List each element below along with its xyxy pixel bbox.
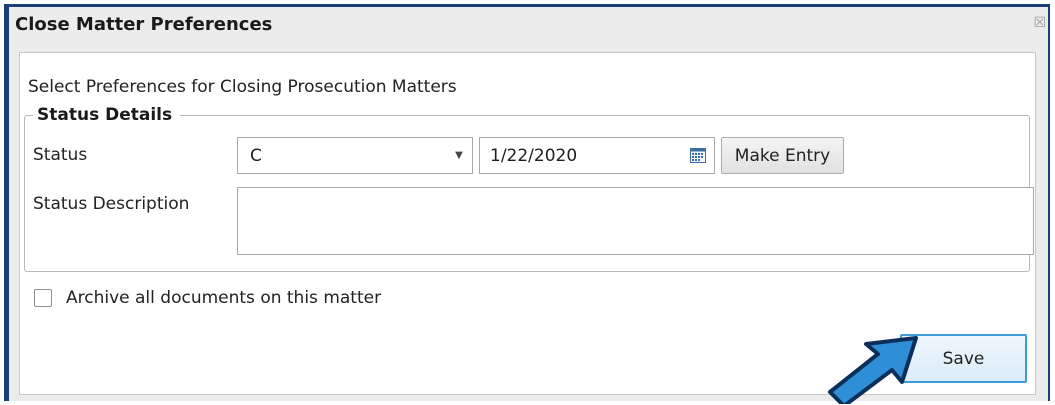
status-date-value: 1/22/2020 xyxy=(490,146,578,166)
status-combobox[interactable]: C ▼ xyxy=(237,137,473,174)
dialog-heading: Select Preferences for Closing Prosecuti… xyxy=(28,77,457,97)
status-description-label: Status Description xyxy=(33,194,190,214)
status-value: C xyxy=(250,146,262,166)
pointer-arrow-icon xyxy=(828,336,918,404)
status-details-legend: Status Details xyxy=(33,105,181,125)
archive-documents-label[interactable]: Archive all documents on this matter xyxy=(66,288,381,308)
make-entry-button[interactable]: Make Entry xyxy=(721,137,844,174)
status-label: Status xyxy=(33,145,88,165)
close-icon[interactable]: ☒ xyxy=(1033,15,1046,31)
status-details-group: Status Details Status C ▼ 1/22/2020 Make… xyxy=(24,105,1034,272)
dialog-title: Close Matter Preferences xyxy=(15,14,273,35)
chevron-down-icon[interactable]: ▼ xyxy=(446,138,472,173)
title-bar: Close Matter Preferences ☒ xyxy=(9,7,1048,45)
status-date-picker[interactable]: 1/22/2020 xyxy=(479,137,715,174)
status-description-field[interactable] xyxy=(237,187,1034,255)
calendar-icon[interactable] xyxy=(690,148,706,163)
archive-documents-checkbox[interactable] xyxy=(34,289,52,307)
